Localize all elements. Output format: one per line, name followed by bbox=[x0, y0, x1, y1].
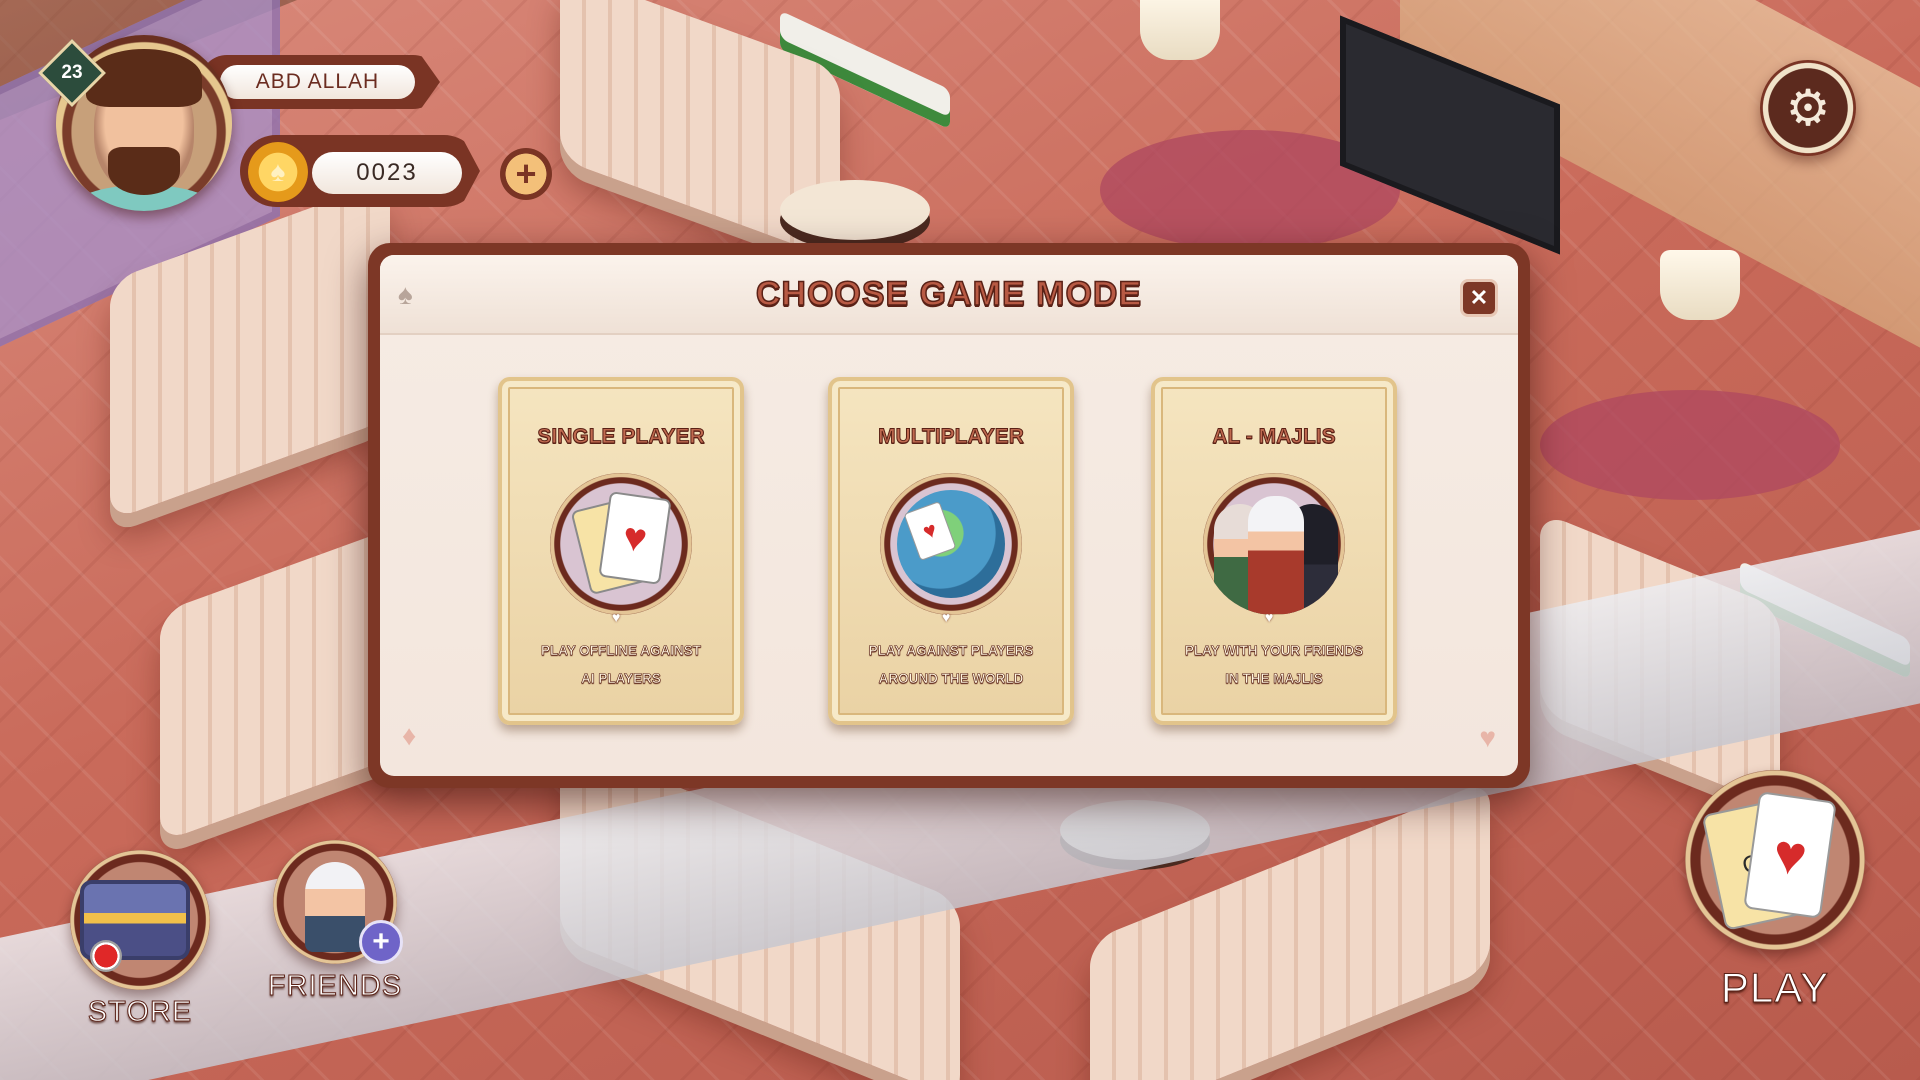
friends-icon-frame: + bbox=[273, 840, 403, 964]
person bbox=[1248, 496, 1304, 614]
ace-of-hearts-card: ♥ bbox=[598, 491, 672, 585]
mode-description-line: PLAY OFFLINE AGAINST bbox=[540, 643, 702, 659]
add-coins-button[interactable]: + bbox=[500, 148, 552, 200]
mode-description-line: PLAY AGAINST PLAYERS bbox=[868, 643, 1034, 659]
store-icon-frame bbox=[70, 850, 210, 990]
avatar-beard bbox=[108, 147, 180, 195]
playing-cards-icon: Q ♥ bbox=[1701, 788, 1845, 931]
playing-cards-icon: Q ♥ bbox=[550, 473, 692, 615]
avatar-hair bbox=[86, 49, 202, 107]
store-button[interactable]: STORE bbox=[50, 850, 230, 1029]
play-icon-frame: Q ♥ bbox=[1685, 770, 1865, 950]
oval-rug bbox=[1540, 390, 1840, 500]
mode-description-line: PLAY WITH YOUR FRIENDS bbox=[1184, 643, 1364, 659]
settings-button[interactable]: ⚙ bbox=[1760, 60, 1856, 156]
floor-lamp bbox=[1660, 250, 1740, 320]
people-group bbox=[1210, 480, 1338, 614]
globe: ♥ bbox=[897, 490, 1005, 598]
close-button[interactable]: ✕ bbox=[1460, 279, 1498, 317]
mode-title: AL - MAJLIS bbox=[1212, 425, 1336, 449]
gear-icon: ⚙ bbox=[1785, 80, 1831, 136]
multiplayer-card[interactable]: MULTIPLAYER ♥ ♥ PLAY AGAINST PLAYERS ARO… bbox=[828, 377, 1074, 725]
mode-title: SINGLE PLAYER bbox=[537, 425, 705, 449]
choose-game-mode-dialog: ♠ ♦ ♥ CHOOSE GAME MODE ✕ SINGLE PLAYER Q… bbox=[368, 243, 1530, 788]
diamond-icon: ♦ bbox=[402, 720, 417, 751]
level-number: 23 bbox=[61, 62, 83, 83]
play-button[interactable]: Q ♥ PLAY bbox=[1680, 770, 1870, 1012]
mode-description: PLAY AGAINST PLAYERS AROUND THE WORLD bbox=[848, 637, 1054, 693]
close-icon: ✕ bbox=[1469, 285, 1489, 310]
mode-description-line: AROUND THE WORLD bbox=[878, 671, 1024, 687]
dialog-title: CHOOSE GAME MODE bbox=[755, 274, 1143, 314]
heart-card: ♥ bbox=[903, 501, 957, 561]
mode-description: PLAY OFFLINE AGAINST AI PLAYERS bbox=[518, 637, 724, 693]
coffee-table bbox=[780, 180, 930, 240]
globe-icon: ♥ bbox=[880, 473, 1022, 615]
store-label: STORE bbox=[87, 996, 193, 1029]
notification-dot bbox=[90, 940, 122, 972]
player-name: ABD ALLAH bbox=[220, 65, 415, 99]
play-label: PLAY bbox=[1720, 964, 1830, 1012]
heart-icon: ♥ bbox=[1479, 722, 1496, 753]
group-of-people-icon bbox=[1203, 473, 1345, 615]
friend-avatar-icon bbox=[305, 862, 365, 952]
mode-description-line: IN THE MAJLIS bbox=[1225, 671, 1323, 687]
al-majlis-card[interactable]: AL - MAJLIS ♥ PLAY WITH YOUR FRIENDS IN … bbox=[1151, 377, 1397, 725]
coin-spade-icon: ♠ bbox=[245, 139, 311, 205]
mode-description: PLAY WITH YOUR FRIENDS IN THE MAJLIS bbox=[1171, 637, 1377, 693]
plus-icon: + bbox=[515, 153, 537, 194]
ace-of-hearts-card: ♥ bbox=[1743, 791, 1837, 919]
heart-icon: ♥ bbox=[942, 609, 951, 625]
friends-button[interactable]: + FRIENDS bbox=[260, 840, 410, 1003]
player-profile: ABD ALLAH 0023 ♠ 23 bbox=[38, 35, 480, 215]
mode-title: MULTIPLAYER bbox=[878, 425, 1025, 449]
coin-balance: 0023 bbox=[312, 152, 462, 194]
floor-lamp bbox=[1140, 0, 1220, 60]
friends-label: FRIENDS bbox=[267, 970, 403, 1003]
heart-icon: ♥ bbox=[612, 609, 621, 625]
single-player-card[interactable]: SINGLE PLAYER Q ♥ ♥ PLAY OFFLINE AGAINST… bbox=[498, 377, 744, 725]
mode-description-line: AI PLAYERS bbox=[581, 671, 661, 687]
add-friend-icon: + bbox=[359, 920, 403, 964]
dialog-body: ♠ ♦ ♥ CHOOSE GAME MODE ✕ SINGLE PLAYER Q… bbox=[380, 255, 1518, 776]
